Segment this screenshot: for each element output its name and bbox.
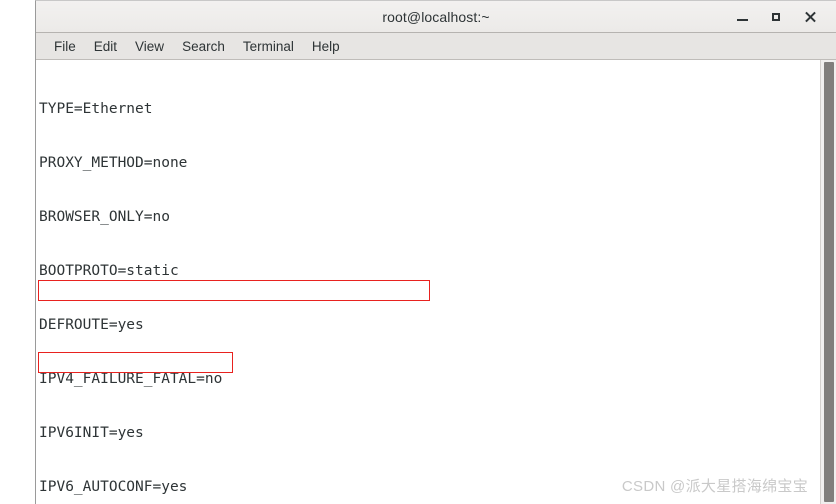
config-line: DEFROUTE=yes (39, 317, 144, 333)
minimize-button[interactable] (732, 7, 752, 27)
menu-item-terminal[interactable]: Terminal (234, 37, 303, 56)
menu-item-search[interactable]: Search (173, 37, 234, 56)
config-line: IPV6_AUTOCONF=yes (39, 479, 188, 495)
menu-item-edit[interactable]: Edit (85, 37, 126, 56)
config-line: TYPE=Ethernet (39, 101, 153, 117)
terminal-output-area[interactable]: TYPE=Ethernet PROXY_METHOD=none BROWSER_… (36, 60, 836, 504)
minimize-icon (736, 19, 748, 21)
menu-item-file[interactable]: File (45, 37, 85, 56)
menu-bar: File Edit View Search Terminal Help (36, 33, 836, 60)
terminal-scrollbar[interactable] (820, 60, 836, 504)
terminal-window: root@localhost:~ File Edit View Search T… (35, 0, 836, 504)
config-line: BOOTPROTO=static (39, 263, 179, 279)
config-line: IPV6INIT=yes (39, 425, 144, 441)
close-button[interactable] (800, 7, 820, 27)
maximize-button[interactable] (766, 7, 786, 27)
maximize-icon (772, 12, 780, 21)
scrollbar-thumb[interactable] (824, 62, 834, 502)
watermark: CSDN @派大星搭海绵宝宝 (621, 478, 808, 495)
vim-buffer: TYPE=Ethernet PROXY_METHOD=none BROWSER_… (36, 60, 397, 504)
title-bar[interactable]: root@localhost:~ (36, 1, 836, 33)
config-line: IPV4_FAILURE_FATAL=no (39, 371, 223, 387)
menu-item-view[interactable]: View (126, 37, 173, 56)
window-controls (732, 1, 830, 32)
config-line: BROWSER_ONLY=no (39, 209, 170, 225)
close-icon (804, 11, 816, 23)
config-line: PROXY_METHOD=none (39, 155, 188, 171)
window-title: root@localhost:~ (382, 8, 490, 25)
menu-item-help[interactable]: Help (303, 37, 349, 56)
